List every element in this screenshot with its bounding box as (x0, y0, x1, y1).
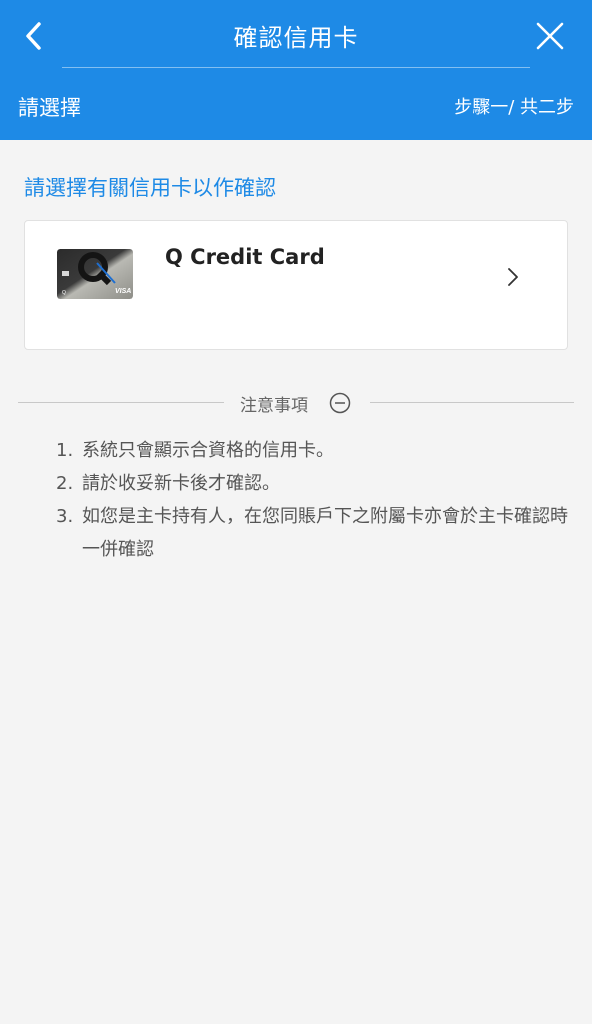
card-name: Q Credit Card (165, 245, 325, 269)
step-label: 請選擇 (18, 96, 81, 120)
app-header: 確認信用卡 請選擇 步驟一/ 共二步 (0, 0, 592, 140)
select-card-prompt: 請選擇有關信用卡以作確認 (24, 176, 276, 200)
nav-bar: 確認信用卡 (0, 0, 592, 68)
notice-list: 1. 系統只會顯示合資格的信用卡。 2. 請於收妥新卡後才確認。 3. 如您是主… (56, 434, 576, 566)
list-number: 2. (56, 473, 74, 494)
chevron-right-icon (508, 268, 518, 286)
list-item: 2. 請於收妥新卡後才確認。 (56, 467, 576, 500)
list-number: 3. (56, 506, 74, 527)
notice-title: 注意事項 (240, 396, 308, 416)
list-item: 3. 如您是主卡持有人，在您同賬戶下之附屬卡亦會於主卡確認時一併確認 (56, 500, 576, 566)
card-thumbnail: Q VISA (57, 249, 133, 299)
list-number: 1. (56, 440, 74, 461)
divider (370, 402, 574, 403)
step-indicator: 步驟一/ 共二步 (454, 97, 574, 118)
notice-header: 注意事項 (0, 388, 592, 418)
list-text: 系統只會顯示合資格的信用卡。 (82, 440, 334, 461)
divider (18, 402, 224, 403)
svg-text:Q: Q (62, 290, 66, 296)
close-button[interactable] (530, 16, 570, 56)
list-text: 請於收妥新卡後才確認。 (82, 473, 280, 494)
step-bar: 請選擇 步驟一/ 共二步 (0, 68, 592, 140)
list-item: 1. 系統只會顯示合資格的信用卡。 (56, 434, 576, 467)
close-icon (536, 22, 564, 50)
page-title: 確認信用卡 (233, 24, 359, 52)
minus-circle-icon[interactable] (329, 392, 351, 414)
credit-card-item[interactable]: Q VISA Q Credit Card (24, 220, 568, 350)
visa-logo: VISA (115, 288, 131, 295)
list-text: 如您是主卡持有人，在您同賬戶下之附屬卡亦會於主卡確認時一併確認 (82, 506, 568, 560)
